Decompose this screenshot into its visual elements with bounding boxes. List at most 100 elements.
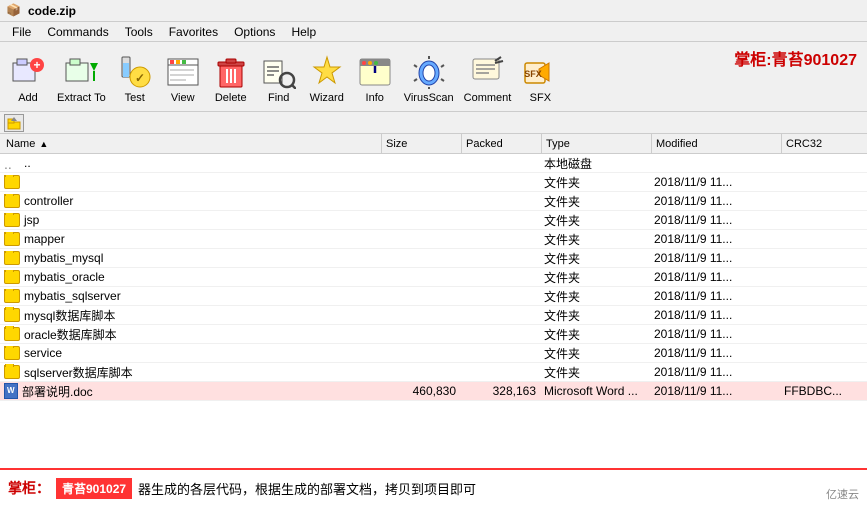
virusscan-button[interactable]: VirusScan — [401, 51, 457, 107]
file-name: mybatis_mysql — [0, 251, 380, 265]
menu-help[interactable]: Help — [283, 23, 324, 41]
menu-options[interactable]: Options — [226, 23, 283, 41]
virusscan-label: VirusScan — [404, 92, 454, 104]
folder-icon — [4, 194, 20, 208]
table-row[interactable]: jsp 文件夹 2018/11/9 11... — [0, 211, 867, 230]
file-modified: 2018/11/9 11... — [650, 308, 780, 322]
folder-icon — [4, 346, 20, 360]
info-icon: i — [357, 54, 393, 90]
file-name: mysql数据库脚本 — [0, 307, 380, 324]
doc-icon — [4, 383, 18, 399]
file-type: 文件夹 — [540, 174, 650, 191]
file-name: controller — [0, 194, 380, 208]
folder-icon — [4, 308, 20, 322]
file-type: 文件夹 — [540, 364, 650, 381]
table-row[interactable]: mapper 文件夹 2018/11/9 11... — [0, 230, 867, 249]
folder-icon — [4, 270, 20, 284]
file-name: mybatis_oracle — [0, 270, 380, 284]
extract-to-button[interactable]: Extract To — [54, 51, 109, 107]
sfx-label: SFX — [530, 92, 551, 104]
col-packed[interactable]: Packed — [462, 134, 542, 153]
file-packed: 328,163 — [460, 384, 540, 398]
col-type[interactable]: Type — [542, 134, 652, 153]
svg-text:SFX: SFX — [525, 69, 543, 79]
find-button[interactable]: Find — [257, 51, 301, 107]
banner-label: 掌柜： — [8, 478, 50, 498]
window-title: code.zip — [28, 4, 76, 18]
file-type: 文件夹 — [540, 250, 650, 267]
svg-text:✓: ✓ — [135, 71, 145, 85]
file-modified: 2018/11/9 11... — [650, 251, 780, 265]
add-button[interactable]: + Add — [6, 51, 50, 107]
info-button[interactable]: i Info — [353, 51, 397, 107]
file-modified: 2018/11/9 11... — [650, 270, 780, 284]
app-icon: 📦 — [6, 3, 22, 19]
find-icon — [261, 54, 297, 90]
table-row[interactable]: 部署说明.doc 460,830 328,163 Microsoft Word … — [0, 382, 867, 401]
col-size[interactable]: Size — [382, 134, 462, 153]
watermark-top: 掌柜:青苔901027 — [734, 46, 857, 70]
file-name: mapper — [0, 232, 380, 246]
file-modified: 2018/11/9 11... — [650, 327, 780, 341]
wizard-icon — [309, 54, 345, 90]
menu-tools[interactable]: Tools — [117, 23, 161, 41]
file-list: .... 本地磁盘 文件夹 2018/11/9 11... controller… — [0, 154, 867, 468]
file-list-area: Name ▲ Size Packed Type Modified CRC32 .… — [0, 134, 867, 468]
file-name — [0, 175, 380, 189]
menu-file[interactable]: File — [4, 23, 39, 41]
delete-button[interactable]: Delete — [209, 51, 253, 107]
svg-text:+: + — [33, 58, 40, 72]
banner-highlight: 青苔901027 — [56, 478, 132, 499]
table-row[interactable]: mybatis_mysql 文件夹 2018/11/9 11... — [0, 249, 867, 268]
view-label: View — [171, 92, 195, 104]
file-name: mybatis_sqlserver — [0, 289, 380, 303]
col-modified[interactable]: Modified — [652, 134, 782, 153]
extract-to-label: Extract To — [57, 92, 106, 104]
file-type: 文件夹 — [540, 288, 650, 305]
file-modified: 2018/11/9 11... — [650, 346, 780, 360]
file-modified: 2018/11/9 11... — [650, 384, 780, 398]
parent-icon: .. — [4, 156, 20, 170]
file-name: 部署说明.doc — [0, 383, 380, 400]
view-icon — [165, 54, 201, 90]
table-row[interactable]: service 文件夹 2018/11/9 11... — [0, 344, 867, 363]
sfx-button[interactable]: SFX SFX — [518, 51, 562, 107]
folder-icon — [4, 289, 20, 303]
info-label: Info — [366, 92, 384, 104]
folder-icon — [4, 232, 20, 246]
wizard-button[interactable]: Wizard — [305, 51, 349, 107]
file-name: oracle数据库脚本 — [0, 326, 380, 343]
virusscan-icon — [411, 54, 447, 90]
nav-up-button[interactable] — [4, 114, 24, 132]
view-button[interactable]: View — [161, 51, 205, 107]
file-size: 460,830 — [380, 384, 460, 398]
comment-button[interactable]: Comment — [461, 51, 515, 107]
test-button[interactable]: ✓ Test — [113, 51, 157, 107]
file-modified: 2018/11/9 11... — [650, 365, 780, 379]
menu-favorites[interactable]: Favorites — [161, 23, 226, 41]
test-icon: ✓ — [117, 54, 153, 90]
col-name[interactable]: Name ▲ — [2, 134, 382, 153]
file-type: 文件夹 — [540, 326, 650, 343]
sfx-icon: SFX — [522, 54, 558, 90]
extract-icon — [63, 54, 99, 90]
table-row[interactable]: mybatis_sqlserver 文件夹 2018/11/9 11... — [0, 287, 867, 306]
menu-bar: File Commands Tools Favorites Options He… — [0, 22, 867, 42]
bottom-banner: 掌柜： 青苔901027 器生成的各层代码，根据生成的部署文档，拷贝到项目即可 … — [0, 468, 867, 506]
table-row[interactable]: controller 文件夹 2018/11/9 11... — [0, 192, 867, 211]
file-modified: 2018/11/9 11... — [650, 194, 780, 208]
file-type: 本地磁盘 — [540, 155, 650, 172]
file-name: .... — [0, 156, 380, 170]
table-row[interactable]: sqlserver数据库脚本 文件夹 2018/11/9 11... — [0, 363, 867, 382]
table-row[interactable]: .... 本地磁盘 — [0, 154, 867, 173]
menu-commands[interactable]: Commands — [39, 23, 116, 41]
find-label: Find — [268, 92, 289, 104]
table-row[interactable]: oracle数据库脚本 文件夹 2018/11/9 11... — [0, 325, 867, 344]
table-row[interactable]: mysql数据库脚本 文件夹 2018/11/9 11... — [0, 306, 867, 325]
col-crc32[interactable]: CRC32 — [782, 134, 862, 153]
folder-icon — [4, 251, 20, 265]
table-row[interactable]: mybatis_oracle 文件夹 2018/11/9 11... — [0, 268, 867, 287]
nav-row — [0, 112, 867, 134]
table-row[interactable]: 文件夹 2018/11/9 11... — [0, 173, 867, 192]
delete-label: Delete — [215, 92, 247, 104]
